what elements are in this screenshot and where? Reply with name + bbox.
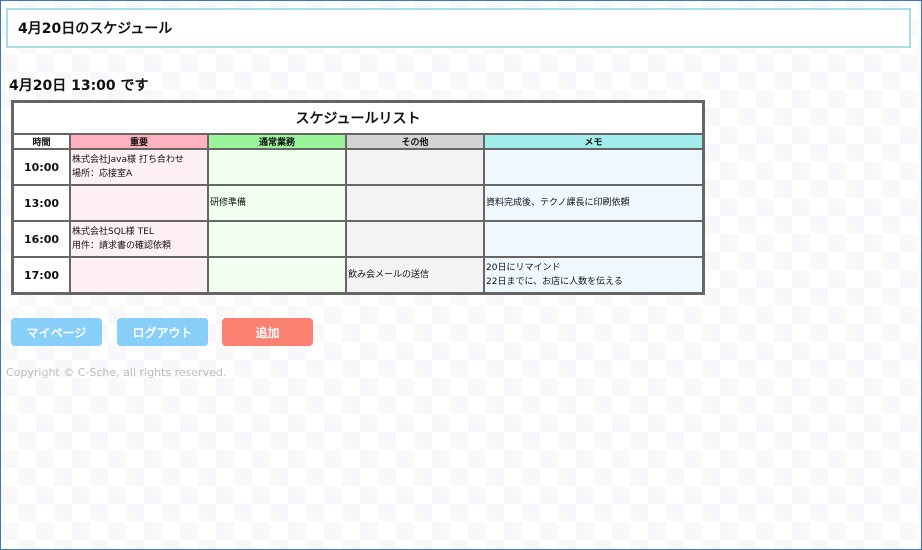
page-header: 4月20日のスケジュール bbox=[6, 8, 911, 48]
cell-important-line: 用件：請求書の確認依頼 bbox=[72, 241, 172, 251]
cell-memo: 資料完成後、テクノ課長に印刷依頼 bbox=[484, 185, 704, 221]
page-title: 4月20日のスケジュール bbox=[18, 21, 173, 37]
cell-memo-line: 22日までに、お店に人数を伝える bbox=[486, 277, 623, 287]
table-row: 10:00 株式会社Java様 打ち合わせ 場所：応接室A bbox=[13, 149, 704, 185]
col-header-normal: 通常業務 bbox=[208, 134, 346, 149]
cell-other-line: 飲み会メールの送信 bbox=[348, 270, 430, 280]
cell-important bbox=[70, 257, 208, 293]
cell-normal bbox=[208, 257, 346, 293]
mypage-button[interactable]: マイページ bbox=[11, 318, 102, 346]
col-header-memo: メモ bbox=[484, 134, 704, 149]
cell-time: 10:00 bbox=[13, 149, 70, 185]
cell-important: 株式会社SQL様 TEL 用件：請求書の確認依頼 bbox=[70, 221, 208, 257]
cell-other bbox=[346, 221, 484, 257]
cell-other: 飲み会メールの送信 bbox=[346, 257, 484, 293]
table-row: 13:00 研修準備 資料完成後、テクノ課長に印刷依頼 bbox=[13, 185, 704, 221]
table-caption: スケジュールリスト bbox=[13, 102, 704, 134]
cell-important-line: 株式会社SQL様 TEL bbox=[72, 227, 154, 237]
logout-button[interactable]: ログアウト bbox=[117, 318, 208, 346]
cell-memo bbox=[484, 221, 704, 257]
cell-memo bbox=[484, 149, 704, 185]
cell-time: 16:00 bbox=[13, 221, 70, 257]
cell-other bbox=[346, 149, 484, 185]
copyright-text: Copyright © C-Sche, all rights reserved. bbox=[6, 366, 227, 379]
cell-important: 株式会社Java様 打ち合わせ 場所：応接室A bbox=[70, 149, 208, 185]
cell-normal: 研修準備 bbox=[208, 185, 346, 221]
cell-memo-line: 資料完成後、テクノ課長に印刷依頼 bbox=[486, 198, 630, 208]
cell-other bbox=[346, 185, 484, 221]
cell-normal bbox=[208, 149, 346, 185]
cell-normal bbox=[208, 221, 346, 257]
cell-time: 13:00 bbox=[13, 185, 70, 221]
col-header-time: 時間 bbox=[13, 134, 70, 149]
table-row: 16:00 株式会社SQL様 TEL 用件：請求書の確認依頼 bbox=[13, 221, 704, 257]
col-header-important: 重要 bbox=[70, 134, 208, 149]
cell-normal-line: 研修準備 bbox=[210, 198, 247, 208]
schedule-table: スケジュールリスト 時間 重要 通常業務 その他 メモ 10:00 株式会社Jav… bbox=[11, 100, 706, 295]
cell-memo-line: 20日にリマインド bbox=[486, 263, 561, 273]
table-row: 17:00 飲み会メールの送信 20日にリマインド 22日までに、お店に人数を伝える bbox=[13, 257, 704, 293]
cell-important bbox=[70, 185, 208, 221]
cell-time: 17:00 bbox=[13, 257, 70, 293]
current-datetime: 4月20日 13:00 です bbox=[9, 78, 149, 94]
col-header-other: その他 bbox=[346, 134, 484, 149]
cell-important-line: 場所：応接室A bbox=[72, 169, 133, 179]
cell-memo: 20日にリマインド 22日までに、お店に人数を伝える bbox=[484, 257, 704, 293]
cell-important-line: 株式会社Java様 打ち合わせ bbox=[72, 155, 184, 165]
add-button[interactable]: 追加 bbox=[222, 318, 313, 346]
